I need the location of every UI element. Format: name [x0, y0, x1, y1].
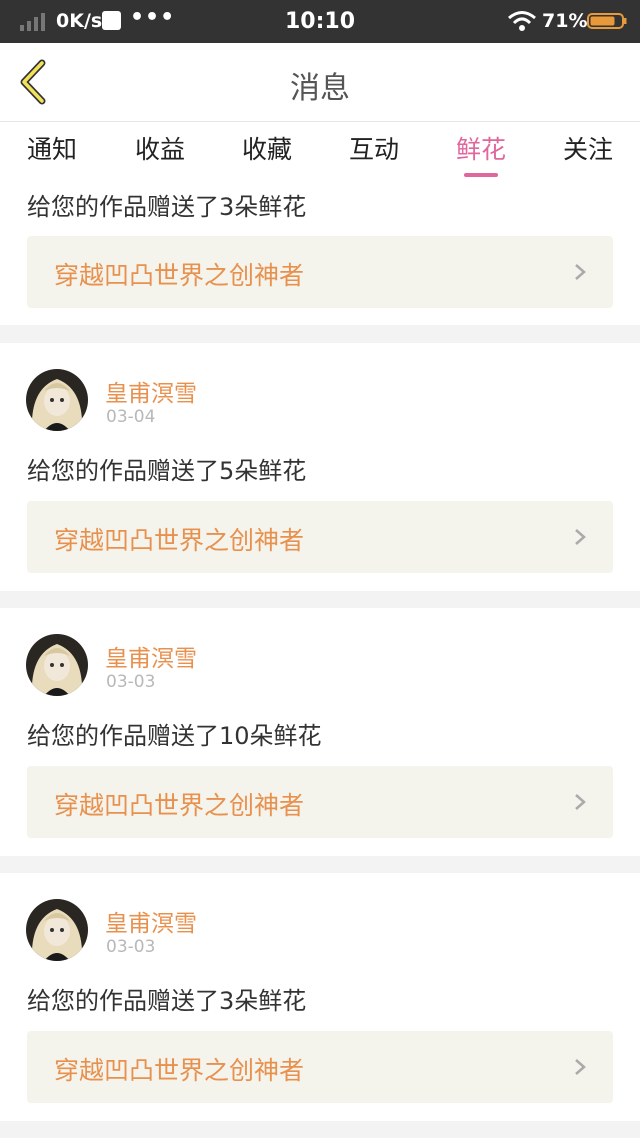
timestamp: 03-03 [106, 672, 156, 692]
work-title: 穿越凹凸世界之创神者 [54, 261, 305, 290]
active-tab-indicator [464, 173, 498, 177]
work-link[interactable]: 穿越凹凸世界之创神者 [27, 766, 613, 838]
tab-interactions[interactable]: 互动 [348, 130, 400, 178]
tab-flowers[interactable]: 鲜花 [455, 130, 507, 178]
work-title: 穿越凹凸世界之创神者 [54, 526, 305, 555]
chevron-right-icon [575, 794, 586, 810]
username[interactable]: 皇甫溟雪 [105, 639, 197, 673]
timestamp: 03-03 [106, 937, 156, 957]
timestamp: 03-04 [106, 407, 156, 427]
tab-following[interactable]: 关注 [562, 130, 614, 178]
tab-label: 鲜花 [455, 135, 506, 164]
avatar[interactable] [26, 634, 88, 696]
gift-message: 给您的作品赠送了3朵鲜花 [27, 987, 307, 1015]
tab-label: 收益 [134, 135, 185, 164]
gift-message: 给您的作品赠送了10朵鲜花 [27, 722, 322, 750]
chevron-right-icon [575, 529, 586, 545]
tab-favorites[interactable]: 收藏 [241, 130, 293, 178]
avatar[interactable] [26, 899, 88, 961]
tab-label: 互动 [348, 135, 399, 164]
chevron-right-icon [575, 1059, 586, 1075]
tab-label: 通知 [26, 135, 77, 164]
app-header: 消息 [0, 43, 640, 122]
avatar[interactable] [26, 369, 88, 431]
work-title: 穿越凹凸世界之创神者 [54, 1056, 305, 1085]
tab-bar: 通知 收益 收藏 互动 鲜花 关注 [0, 122, 640, 180]
work-title: 穿越凹凸世界之创神者 [54, 791, 305, 820]
work-link[interactable]: 穿越凹凸世界之创神者 [27, 236, 613, 308]
page-title: 消息 [290, 71, 350, 106]
work-link[interactable]: 穿越凹凸世界之创神者 [27, 1031, 613, 1103]
wifi-icon [508, 11, 536, 31]
tab-notifications[interactable]: 通知 [26, 130, 78, 178]
battery-percent: 71% [542, 10, 588, 32]
username[interactable]: 皇甫溟雪 [105, 374, 197, 408]
status-bar: 0K/s ••• 10:10 71% [0, 0, 640, 43]
username[interactable]: 皇甫溟雪 [105, 904, 197, 938]
list-item: 皇甫溟雪 03-03 给您的作品赠送了3朵鲜花 穿越凹凸世界之创神者 [0, 873, 640, 1121]
tab-earnings[interactable]: 收益 [134, 130, 186, 178]
list-item: 皇甫溟雪 03-03 给您的作品赠送了10朵鲜花 穿越凹凸世界之创神者 [0, 608, 640, 856]
chevron-right-icon [575, 264, 586, 280]
gift-message: 给您的作品赠送了3朵鲜花 [27, 193, 307, 221]
list-item: 皇甫溟雪 03-04 给您的作品赠送了5朵鲜花 穿越凹凸世界之创神者 [0, 343, 640, 591]
gift-message: 给您的作品赠送了5朵鲜花 [27, 457, 307, 485]
tab-label: 关注 [562, 135, 613, 164]
tab-label: 收藏 [241, 135, 292, 164]
list-item: 给您的作品赠送了3朵鲜花 穿越凹凸世界之创神者 [0, 180, 640, 325]
work-link[interactable]: 穿越凹凸世界之创神者 [27, 501, 613, 573]
battery-icon [587, 13, 627, 29]
